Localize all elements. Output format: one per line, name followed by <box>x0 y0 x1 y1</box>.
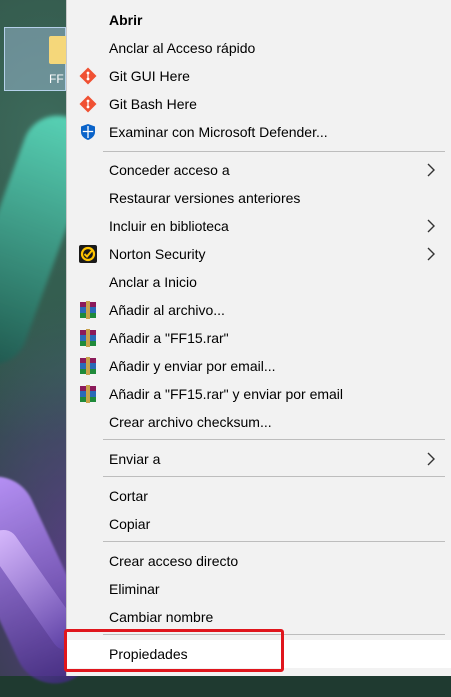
menu-item-cortar[interactable]: Cortar <box>67 482 451 510</box>
winrar-icon <box>80 357 96 375</box>
menu-item-label: Añadir a "FF15.rar" y enviar por email <box>109 386 344 402</box>
menu-item-eliminar[interactable]: Eliminar <box>67 575 451 603</box>
menu-item-label: Enviar a <box>109 451 161 467</box>
menu-item-label: Añadir al archivo... <box>109 302 225 318</box>
winrar-icon <box>80 301 96 319</box>
menu-item-incluir-biblioteca[interactable]: Incluir en biblioteca <box>67 212 451 240</box>
menu-item-label: Eliminar <box>109 581 160 597</box>
git-icon <box>79 67 97 85</box>
menu-item-label: Cortar <box>109 488 148 504</box>
menu-item-label: Crear archivo checksum... <box>109 414 272 430</box>
menu-item-anclar-inicio[interactable]: Anclar a Inicio <box>67 268 451 296</box>
chevron-right-icon <box>427 163 435 177</box>
defender-shield-icon <box>81 124 95 140</box>
chevron-right-icon <box>427 219 435 233</box>
menu-item-anadir-archivo[interactable]: Añadir al archivo... <box>67 296 451 324</box>
menu-item-label: Añadir y enviar por email... <box>109 358 276 374</box>
menu-item-crear-checksum[interactable]: Crear archivo checksum... <box>67 408 451 436</box>
menu-item-git-gui[interactable]: Git GUI Here <box>67 62 451 90</box>
desktop-icon-label: FF <box>49 72 64 86</box>
chevron-right-icon <box>427 247 435 261</box>
menu-item-norton[interactable]: Norton Security <box>67 240 451 268</box>
menu-item-label: Conceder acceso a <box>109 162 230 178</box>
menu-item-label: Examinar con Microsoft Defender... <box>109 124 328 140</box>
menu-item-git-bash[interactable]: Git Bash Here <box>67 90 451 118</box>
menu-separator <box>103 439 445 440</box>
menu-item-label: Copiar <box>109 516 151 532</box>
menu-item-label: Anclar al Acceso rápido <box>109 40 256 56</box>
menu-item-label: Anclar a Inicio <box>109 274 197 290</box>
menu-item-label: Git GUI Here <box>109 68 190 84</box>
menu-item-label: Restaurar versiones anteriores <box>109 190 301 206</box>
menu-item-conceder-acceso[interactable]: Conceder acceso a <box>67 156 451 184</box>
menu-separator <box>103 476 445 477</box>
menu-item-anadir-enviar-email[interactable]: Añadir y enviar por email... <box>67 352 451 380</box>
menu-item-label: Incluir en biblioteca <box>109 218 229 234</box>
menu-item-crear-acceso-directo[interactable]: Crear acceso directo <box>67 547 451 575</box>
winrar-icon <box>80 329 96 347</box>
norton-icon <box>79 245 97 263</box>
chevron-right-icon <box>427 452 435 466</box>
context-menu: Abrir Anclar al Acceso rápido Git GUI He… <box>66 0 451 676</box>
menu-item-label: Norton Security <box>109 246 206 262</box>
desktop-folder-icon-selected[interactable]: FF <box>4 27 67 91</box>
annotation-highlight-box <box>64 629 284 672</box>
menu-item-anclar-acceso-rapido[interactable]: Anclar al Acceso rápido <box>67 34 451 62</box>
git-icon <box>79 95 97 113</box>
menu-item-label: Añadir a "FF15.rar" <box>109 330 229 346</box>
menu-item-copiar[interactable]: Copiar <box>67 510 451 538</box>
menu-separator <box>103 151 445 152</box>
menu-item-label: Cambiar nombre <box>109 609 214 625</box>
menu-item-label: Abrir <box>109 12 143 28</box>
menu-item-abrir[interactable]: Abrir <box>67 6 451 34</box>
menu-item-label: Git Bash Here <box>109 96 197 112</box>
folder-icon <box>49 36 67 64</box>
winrar-icon <box>80 385 96 403</box>
menu-item-anadir-ff15-enviar-email[interactable]: Añadir a "FF15.rar" y enviar por email <box>67 380 451 408</box>
menu-item-cambiar-nombre[interactable]: Cambiar nombre <box>67 603 451 631</box>
menu-separator <box>103 541 445 542</box>
menu-item-restaurar-versiones[interactable]: Restaurar versiones anteriores <box>67 184 451 212</box>
menu-item-enviar-a[interactable]: Enviar a <box>67 445 451 473</box>
menu-item-defender[interactable]: Examinar con Microsoft Defender... <box>67 118 451 146</box>
menu-item-anadir-ff15-rar[interactable]: Añadir a "FF15.rar" <box>67 324 451 352</box>
menu-item-label: Crear acceso directo <box>109 553 239 569</box>
